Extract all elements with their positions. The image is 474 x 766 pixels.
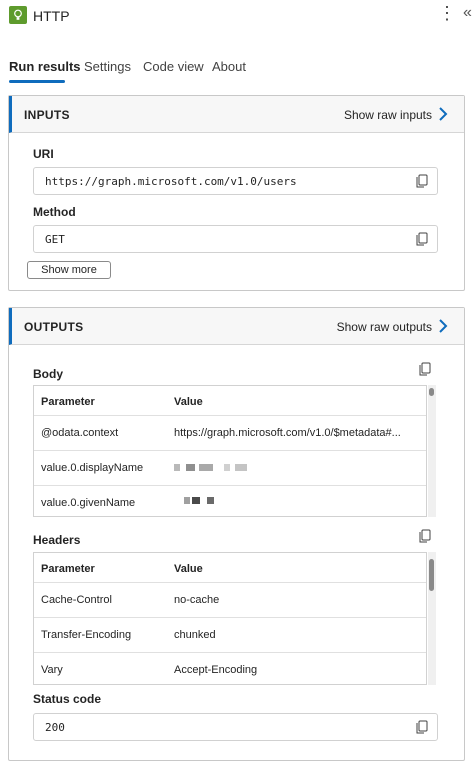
table-row: value.0.displayName xyxy=(34,451,426,486)
headers-label: Headers xyxy=(33,533,81,547)
value-cell: chunked xyxy=(174,629,216,641)
copy-icon[interactable] xyxy=(416,232,428,246)
outputs-header[interactable]: OUTPUTS Show raw outputs xyxy=(9,308,464,345)
more-options-icon[interactable]: ⋮ xyxy=(438,4,456,22)
copy-icon[interactable] xyxy=(416,720,428,734)
param-cell: value.0.displayName xyxy=(41,462,144,474)
method-value: GET xyxy=(45,233,65,246)
collapse-panel-icon[interactable]: « xyxy=(463,4,472,22)
tab-code-view[interactable]: Code view xyxy=(143,59,204,74)
method-label: Method xyxy=(33,205,76,219)
column-header-value: Value xyxy=(174,396,203,408)
headers-scrollbar[interactable] xyxy=(428,552,436,685)
show-raw-outputs-link[interactable]: Show raw outputs xyxy=(337,320,432,334)
body-scrollbar[interactable] xyxy=(428,385,436,517)
value-cell: no-cache xyxy=(174,594,220,606)
lightbulb-icon xyxy=(14,9,22,20)
status-code-label: Status code xyxy=(33,692,102,706)
tab-about[interactable]: About xyxy=(212,59,246,74)
method-field[interactable]: GET xyxy=(33,225,438,253)
table-row: Cache-Control no-cache xyxy=(34,583,426,618)
column-header-parameter: Parameter xyxy=(41,396,95,408)
copy-icon[interactable] xyxy=(416,174,428,188)
table-row: Transfer-Encoding chunked xyxy=(34,618,426,653)
table-header-row: Parameter Value xyxy=(34,386,426,416)
value-cell: Accept-Encoding xyxy=(174,664,258,676)
param-cell: Vary xyxy=(41,664,63,676)
table-header-row: Parameter Value xyxy=(34,553,426,583)
body-label: Body xyxy=(33,367,63,381)
chevron-right-icon[interactable] xyxy=(436,105,450,123)
uri-value: https://graph.microsoft.com/v1.0/users xyxy=(45,175,297,188)
scroll-thumb[interactable] xyxy=(429,559,434,591)
table-row: value.0.givenName xyxy=(34,486,426,516)
copy-body-icon[interactable] xyxy=(419,362,431,376)
chevron-right-icon[interactable] xyxy=(436,317,450,335)
param-cell: @odata.context xyxy=(41,427,119,439)
inputs-header[interactable]: INPUTS Show raw inputs xyxy=(9,96,464,133)
column-header-value: Value xyxy=(174,563,203,575)
show-raw-inputs-link[interactable]: Show raw inputs xyxy=(344,108,432,122)
headers-table: Parameter Value Cache-Control no-cache T… xyxy=(33,552,427,685)
app-logo-icon xyxy=(9,6,27,24)
status-code-value: 200 xyxy=(45,721,65,734)
action-title: HTTP xyxy=(33,8,70,24)
param-cell: Cache-Control xyxy=(41,594,112,606)
outputs-title: OUTPUTS xyxy=(24,320,84,334)
status-code-field[interactable]: 200 xyxy=(33,713,438,741)
body-table: Parameter Value @odata.context https://g… xyxy=(33,385,427,517)
column-header-parameter: Parameter xyxy=(41,563,95,575)
uri-label: URI xyxy=(33,147,54,161)
scroll-thumb[interactable] xyxy=(429,388,434,396)
show-more-button[interactable]: Show more xyxy=(27,261,111,279)
tab-run-results[interactable]: Run results xyxy=(9,59,81,74)
value-cell: https://graph.microsoft.com/v1.0/$metada… xyxy=(174,427,401,439)
active-tab-indicator xyxy=(9,80,65,83)
param-cell: Transfer-Encoding xyxy=(41,629,132,641)
copy-headers-icon[interactable] xyxy=(419,529,431,543)
table-row: Vary Accept-Encoding xyxy=(34,653,426,684)
uri-field[interactable]: https://graph.microsoft.com/v1.0/users xyxy=(33,167,438,195)
table-row: @odata.context https://graph.microsoft.c… xyxy=(34,416,426,451)
tab-settings[interactable]: Settings xyxy=(84,59,131,74)
param-cell: value.0.givenName xyxy=(41,497,136,509)
inputs-title: INPUTS xyxy=(24,108,70,122)
